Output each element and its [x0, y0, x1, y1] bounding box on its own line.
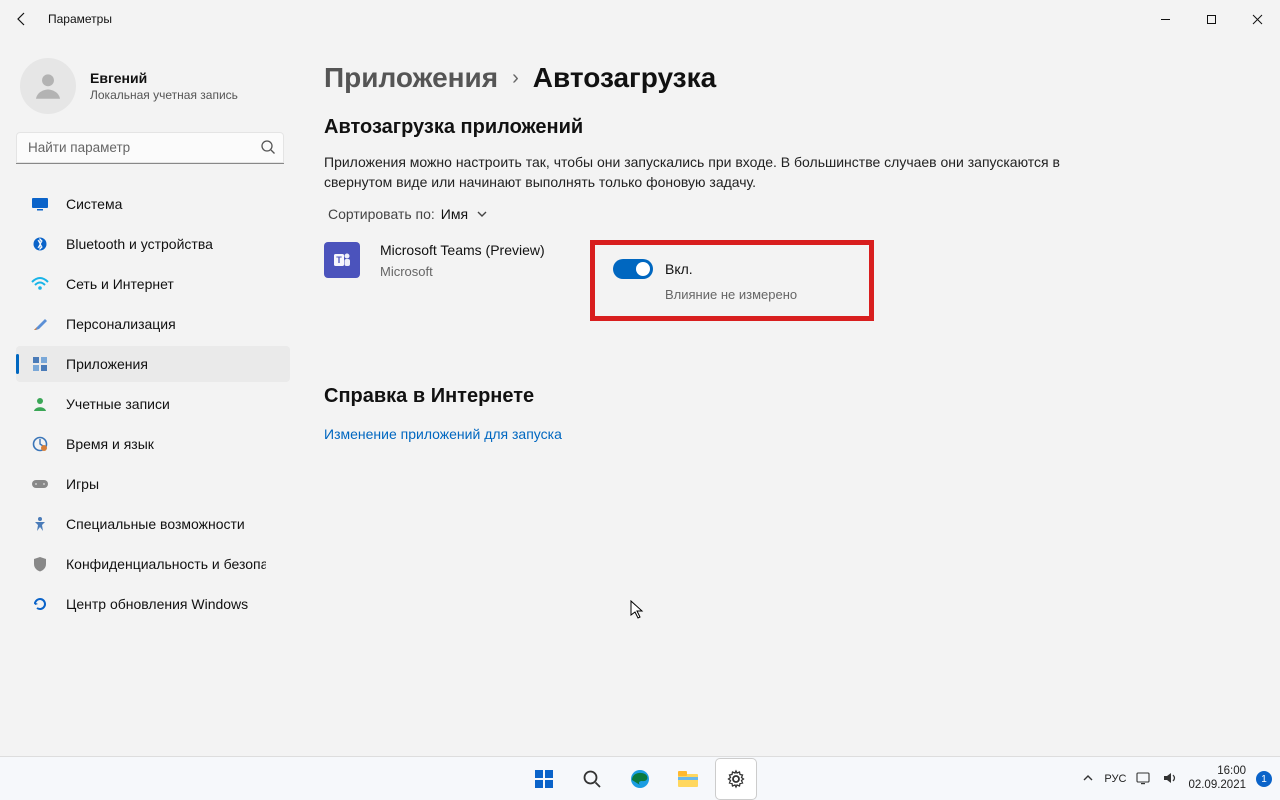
nav-accounts[interactable]: Учетные записи [16, 386, 290, 422]
nav-privacy[interactable]: Конфиденциальность и безопасность [16, 546, 290, 582]
breadcrumb-parent[interactable]: Приложения [324, 62, 498, 94]
nav-network[interactable]: Сеть и Интернет [16, 266, 290, 302]
nav-gaming[interactable]: Игры [16, 466, 290, 502]
taskbar-explorer-button[interactable] [668, 759, 708, 799]
taskbar: РУС 16:00 02.09.2021 1 [0, 756, 1280, 800]
help-link[interactable]: Изменение приложений для запуска [324, 426, 1240, 442]
nav-personalization[interactable]: Персонализация [16, 306, 290, 342]
system-tray: РУС 16:00 02.09.2021 1 [1082, 757, 1272, 800]
user-account-type: Локальная учетная запись [90, 88, 238, 102]
nav-system[interactable]: Система [16, 186, 290, 222]
app-name: Microsoft Teams (Preview) [380, 242, 570, 258]
nav-windows-update[interactable]: Центр обновления Windows [16, 586, 290, 622]
nav-label: Конфиденциальность и безопасность [66, 556, 266, 572]
accessibility-icon [30, 514, 50, 534]
sort-value: Имя [441, 206, 468, 222]
nav-label: Учетные записи [66, 396, 170, 412]
shield-icon [30, 554, 50, 574]
tray-notification-badge[interactable]: 1 [1256, 771, 1272, 787]
sidebar: Евгений Локальная учетная запись Система… [0, 38, 300, 756]
tray-network-icon[interactable] [1136, 771, 1152, 788]
tray-chevron-up-icon[interactable] [1082, 772, 1094, 786]
cursor-icon [630, 600, 646, 625]
nav: Система Bluetooth и устройства Сеть и Ин… [16, 186, 290, 626]
maximize-button[interactable] [1188, 0, 1234, 38]
main-panel: Приложения › Автозагрузка Автозагрузка п… [300, 38, 1280, 756]
globe-clock-icon [30, 434, 50, 454]
search-input[interactable] [16, 132, 284, 164]
help-heading: Справка в Интернете [324, 385, 1240, 408]
nav-bluetooth[interactable]: Bluetooth и устройства [16, 226, 290, 262]
startup-toggle[interactable] [613, 259, 653, 279]
brush-icon [30, 314, 50, 334]
user-block[interactable]: Евгений Локальная учетная запись [16, 58, 290, 114]
titlebar: Параметры [0, 0, 1280, 38]
nav-label: Игры [66, 476, 99, 492]
chevron-down-icon [476, 209, 488, 219]
nav-label: Персонализация [66, 316, 176, 332]
section-heading: Автозагрузка приложений [324, 116, 1240, 139]
breadcrumb: Приложения › Автозагрузка [324, 62, 1240, 94]
start-button[interactable] [524, 759, 564, 799]
nav-accessibility[interactable]: Специальные возможности [16, 506, 290, 542]
tray-volume-icon[interactable] [1162, 771, 1178, 788]
tray-date: 02.09.2021 [1188, 779, 1246, 793]
app-publisher: Microsoft [380, 264, 570, 279]
gamepad-icon [30, 474, 50, 494]
bluetooth-icon [30, 234, 50, 254]
back-button[interactable] [10, 7, 34, 31]
tray-clock[interactable]: 16:00 02.09.2021 [1188, 765, 1246, 793]
breadcrumb-current: Автозагрузка [533, 62, 716, 94]
monitor-icon [30, 194, 50, 214]
wifi-icon [30, 274, 50, 294]
svg-text:T: T [336, 255, 342, 265]
minimize-button[interactable] [1142, 0, 1188, 38]
search-box [16, 132, 286, 164]
sort-label: Сортировать по: [328, 206, 435, 222]
avatar [20, 58, 76, 114]
apps-icon [30, 354, 50, 374]
nav-label: Приложения [66, 356, 148, 372]
sort-dropdown[interactable]: Сортировать по: Имя [328, 206, 1240, 222]
person-icon [30, 394, 50, 414]
search-icon [260, 139, 276, 160]
nav-label: Время и язык [66, 436, 154, 452]
nav-label: Специальные возможности [66, 516, 245, 532]
taskbar-settings-button[interactable] [716, 759, 756, 799]
nav-label: Сеть и Интернет [66, 276, 174, 292]
impact-label: Влияние не измерено [613, 287, 797, 302]
nav-time-language[interactable]: Время и язык [16, 426, 290, 462]
user-name: Евгений [90, 70, 238, 86]
close-button[interactable] [1234, 0, 1280, 38]
tray-time: 16:00 [1188, 765, 1246, 779]
toggle-state-label: Вкл. [665, 261, 693, 277]
nav-label: Центр обновления Windows [66, 596, 248, 612]
teams-icon: T [324, 242, 360, 278]
nav-label: Bluetooth и устройства [66, 236, 213, 252]
nav-apps[interactable]: Приложения [16, 346, 290, 382]
update-icon [30, 594, 50, 614]
section-description: Приложения можно настроить так, чтобы он… [324, 153, 1074, 192]
taskbar-search-button[interactable] [572, 759, 612, 799]
tray-language[interactable]: РУС [1104, 773, 1126, 785]
highlight-box: Вкл. Влияние не измерено [590, 240, 874, 321]
nav-label: Система [66, 196, 122, 212]
taskbar-edge-button[interactable] [620, 759, 660, 799]
window-title: Параметры [48, 12, 112, 26]
startup-app-row: T Microsoft Teams (Preview) Microsoft Вк… [324, 236, 1240, 325]
chevron-right-icon: › [512, 67, 519, 90]
